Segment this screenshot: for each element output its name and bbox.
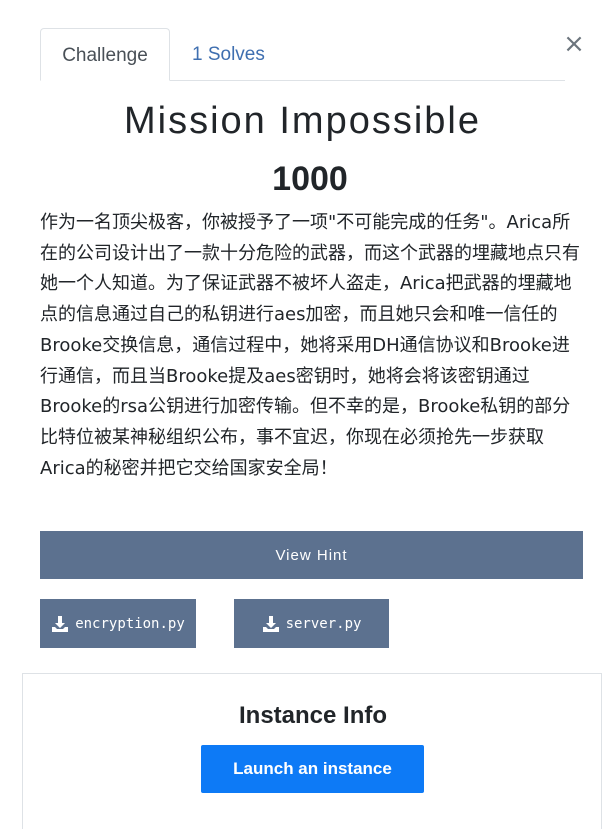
view-hint-button[interactable]: View Hint: [40, 531, 583, 579]
tab-challenge[interactable]: Challenge: [40, 28, 170, 81]
tab-bar: Challenge 1 Solves: [40, 28, 565, 81]
download-encryption-button[interactable]: encryption.py: [40, 599, 196, 648]
challenge-title: Mission Impossible: [124, 100, 481, 142]
download-icon: [51, 615, 69, 633]
challenge-points: 1000: [272, 160, 348, 198]
file-name: encryption.py: [75, 615, 185, 632]
challenge-modal: Challenge 1 Solves × Mission Impossible …: [0, 0, 605, 829]
download-icon: [262, 615, 280, 633]
challenge-description: 作为一名顶尖极客，你被授予了一项"不可能完成的任务"。Arica所在的公司设计出…: [40, 212, 580, 479]
download-server-button[interactable]: server.py: [234, 599, 389, 648]
instance-panel: Instance Info Launch an instance: [22, 673, 602, 829]
close-icon[interactable]: ×: [563, 30, 585, 58]
file-name: server.py: [285, 615, 362, 632]
tab-solves[interactable]: 1 Solves: [192, 28, 265, 80]
instance-title: Instance Info: [238, 702, 388, 729]
launch-instance-button[interactable]: Launch an instance: [201, 745, 424, 793]
